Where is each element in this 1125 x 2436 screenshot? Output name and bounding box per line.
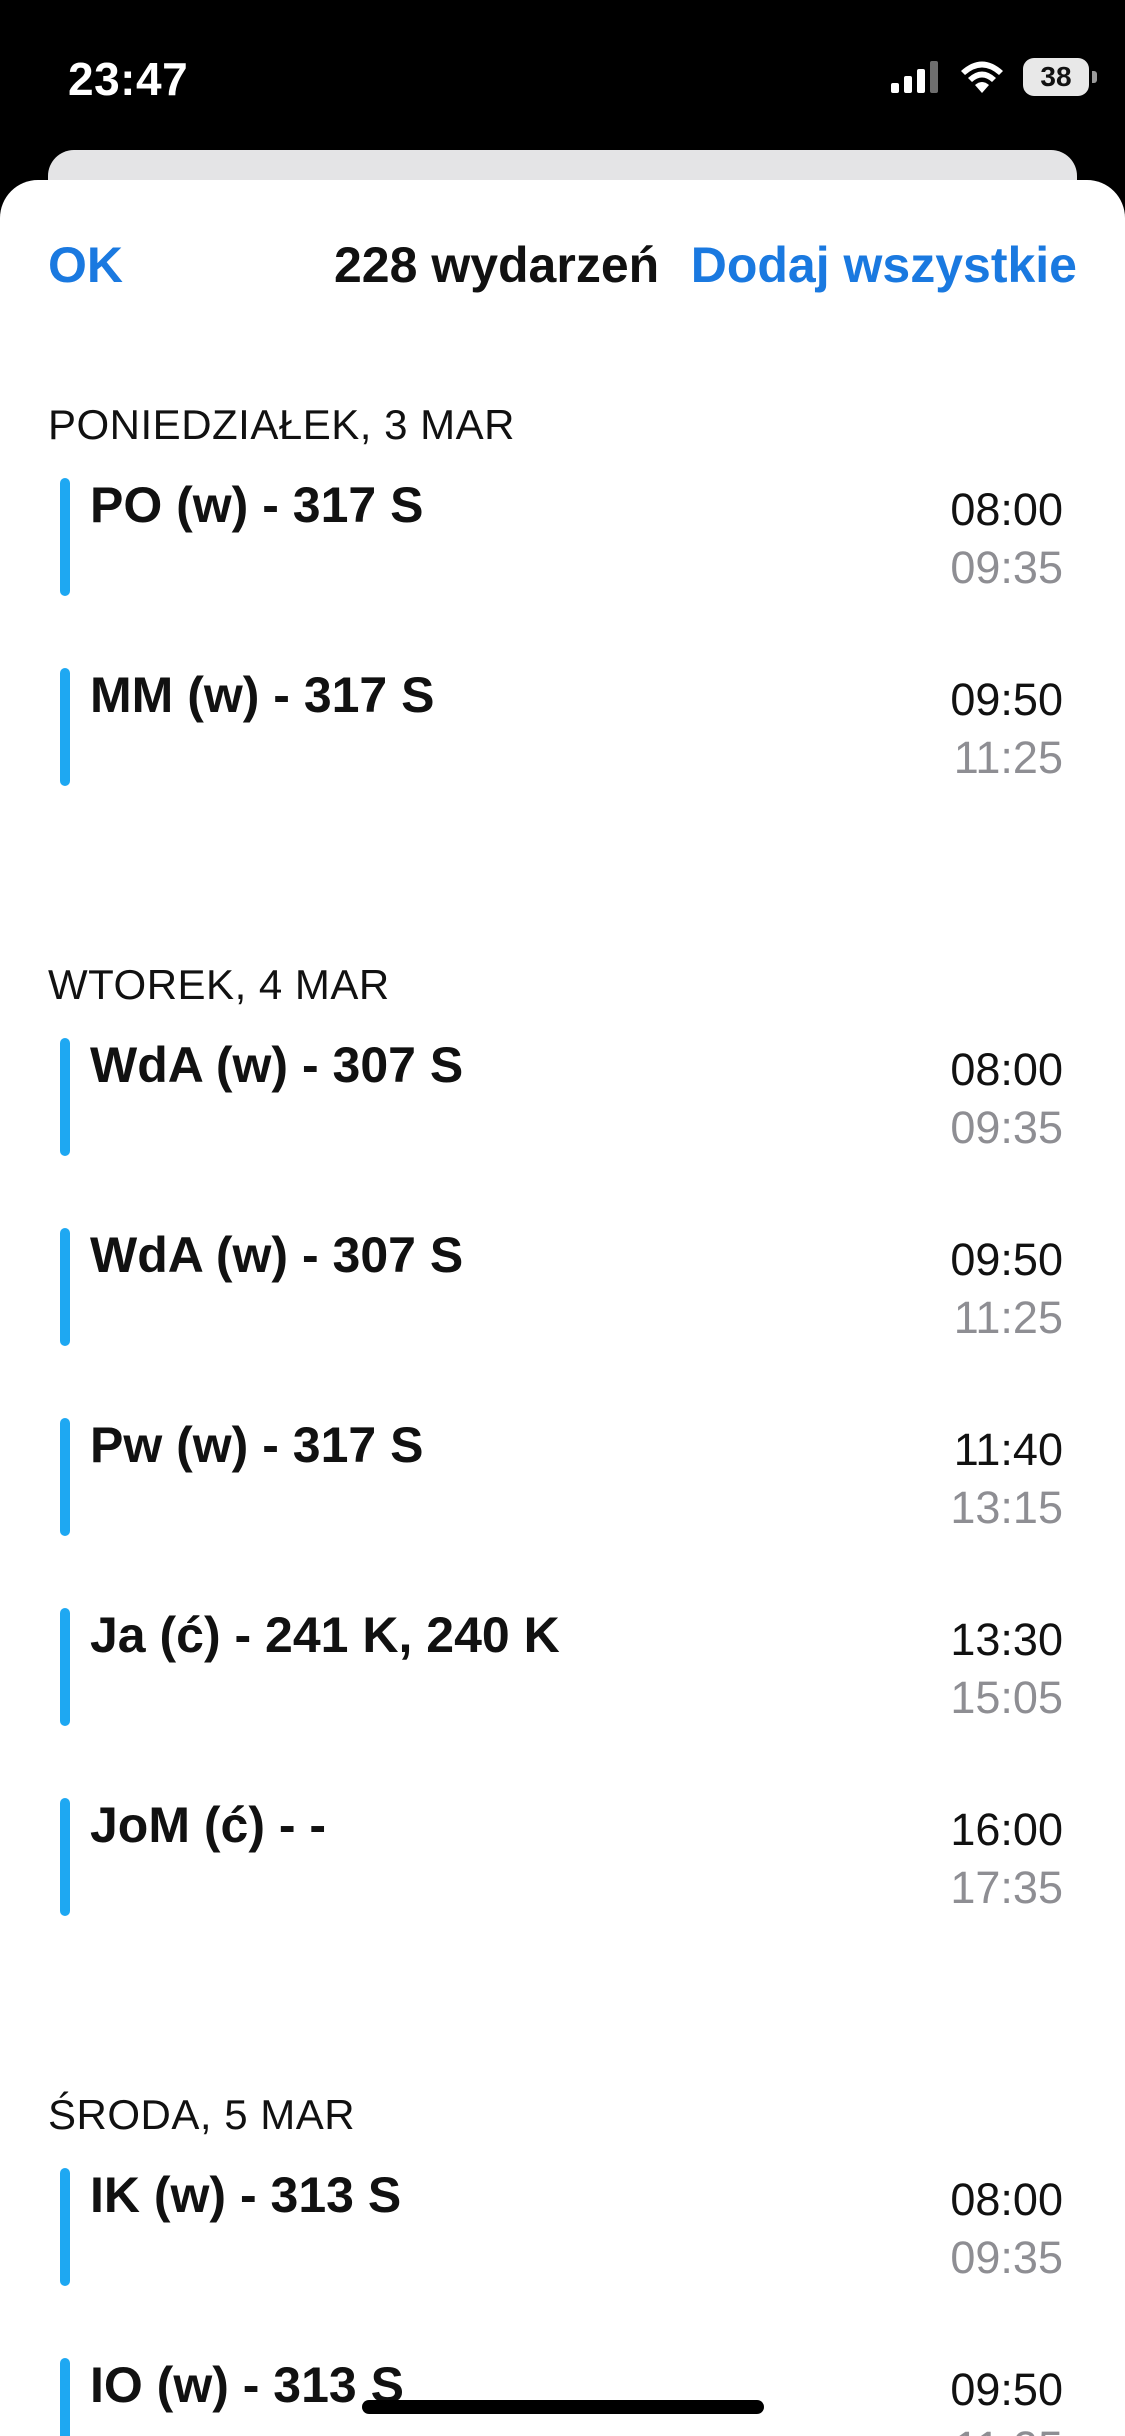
events-sheet: OK 228 wydarzeń Dodaj wszystkie PONIEDZI… xyxy=(0,180,1125,2436)
event-start-time: 09:50 xyxy=(950,2364,1063,2415)
event-end-time: 11:25 xyxy=(954,2422,1063,2436)
event-row[interactable]: IO (w) - 313 S 09:50 11:25 xyxy=(0,2357,1125,2436)
event-end-time: 15:05 xyxy=(950,1672,1063,1723)
calendar-color-bar xyxy=(60,1228,70,1346)
day-header: ŚRODA, 5 MAR xyxy=(48,2091,356,2138)
event-title: IK (w) - 313 S xyxy=(90,2167,402,2223)
day-section: PONIEDZIAŁEK, 3 MAR PO (w) - 317 S 08:00 09… xyxy=(0,390,1125,858)
battery-level: 38 xyxy=(1040,61,1072,92)
event-row[interactable]: Pw (w) - 317 S 11:40 13:15 xyxy=(0,1417,1125,1608)
battery-icon: 38 xyxy=(1023,58,1097,96)
event-end-time: 09:35 xyxy=(950,542,1063,593)
home-indicator[interactable] xyxy=(362,2400,764,2414)
event-row[interactable]: JoM (ć) - - 16:00 17:35 xyxy=(0,1797,1125,1988)
calendar-color-bar xyxy=(60,2168,70,2286)
add-all-button[interactable]: Dodaj wszystkie xyxy=(691,236,1077,294)
event-end-time: 17:35 xyxy=(950,1862,1063,1913)
event-row[interactable]: IK (w) - 313 S 08:00 09:35 xyxy=(0,2167,1125,2358)
status-icons: 38 xyxy=(891,58,1097,96)
calendar-color-bar xyxy=(60,668,70,786)
event-list: PONIEDZIAŁEK, 3 MAR PO (w) - 317 S 08:00 09… xyxy=(0,390,1125,2436)
calendar-color-bar xyxy=(60,1418,70,1536)
event-start-time: 09:50 xyxy=(950,674,1063,725)
wifi-icon xyxy=(961,61,1003,93)
event-row[interactable]: Ja (ć) - 241 K, 240 K 13:30 15:05 xyxy=(0,1607,1125,1798)
event-start-time: 13:30 xyxy=(950,1614,1063,1665)
event-title: PO (w) - 317 S xyxy=(90,477,424,533)
event-start-time: 08:00 xyxy=(950,1044,1063,1095)
event-start-time: 08:00 xyxy=(950,484,1063,535)
event-title: WdA (w) - 307 S xyxy=(90,1037,464,1093)
event-end-time: 11:25 xyxy=(953,1292,1063,1343)
day-header: PONIEDZIAŁEK, 3 MAR xyxy=(48,401,515,448)
sheet-nav-bar: OK 228 wydarzeń Dodaj wszystkie xyxy=(0,180,1125,350)
cellular-signal-icon xyxy=(891,61,938,93)
event-start-time: 08:00 xyxy=(950,2174,1063,2225)
event-end-time: 13:15 xyxy=(950,1482,1063,1533)
event-title: Pw (w) - 317 S xyxy=(90,1417,424,1473)
calendar-color-bar xyxy=(60,2358,70,2436)
event-row[interactable]: WdA (w) - 307 S 08:00 09:35 xyxy=(0,1037,1125,1228)
status-bar: 23:47 38 xyxy=(0,0,1125,160)
event-title: Ja (ć) - 241 K, 240 K xyxy=(90,1607,560,1663)
ok-button[interactable]: OK xyxy=(48,236,123,294)
event-row[interactable]: PO (w) - 317 S 08:00 09:35 xyxy=(0,477,1125,668)
event-row[interactable]: MM (w) - 317 S 09:50 11:25 xyxy=(0,667,1125,858)
event-end-time: 11:25 xyxy=(953,732,1063,783)
calendar-color-bar xyxy=(60,1798,70,1916)
event-end-time: 09:35 xyxy=(950,1102,1063,1153)
event-start-time: 11:40 xyxy=(953,1424,1063,1475)
event-title: MM (w) - 317 S xyxy=(90,667,435,723)
calendar-color-bar xyxy=(60,1608,70,1726)
event-row[interactable]: WdA (w) - 307 S 09:50 11:25 xyxy=(0,1227,1125,1418)
day-header: WTOREK, 4 MAR xyxy=(48,961,390,1008)
event-title: IO (w) - 313 S xyxy=(90,2357,404,2413)
status-time: 23:47 xyxy=(68,53,189,105)
day-section: ŚRODA, 5 MAR IK (w) - 313 S 08:00 09:35 IO (… xyxy=(0,2080,1125,2436)
calendar-color-bar xyxy=(60,1038,70,1156)
calendar-color-bar xyxy=(60,478,70,596)
day-section: WTOREK, 4 MAR WdA (w) - 307 S 08:00 09:35 Wd… xyxy=(0,950,1125,1988)
event-title: JoM (ć) - - xyxy=(90,1797,327,1853)
event-end-time: 09:35 xyxy=(950,2232,1063,2283)
event-start-time: 09:50 xyxy=(950,1234,1063,1285)
event-title: WdA (w) - 307 S xyxy=(90,1227,464,1283)
event-start-time: 16:00 xyxy=(950,1804,1063,1855)
events-count-title: 228 wydarzeń xyxy=(334,237,660,293)
